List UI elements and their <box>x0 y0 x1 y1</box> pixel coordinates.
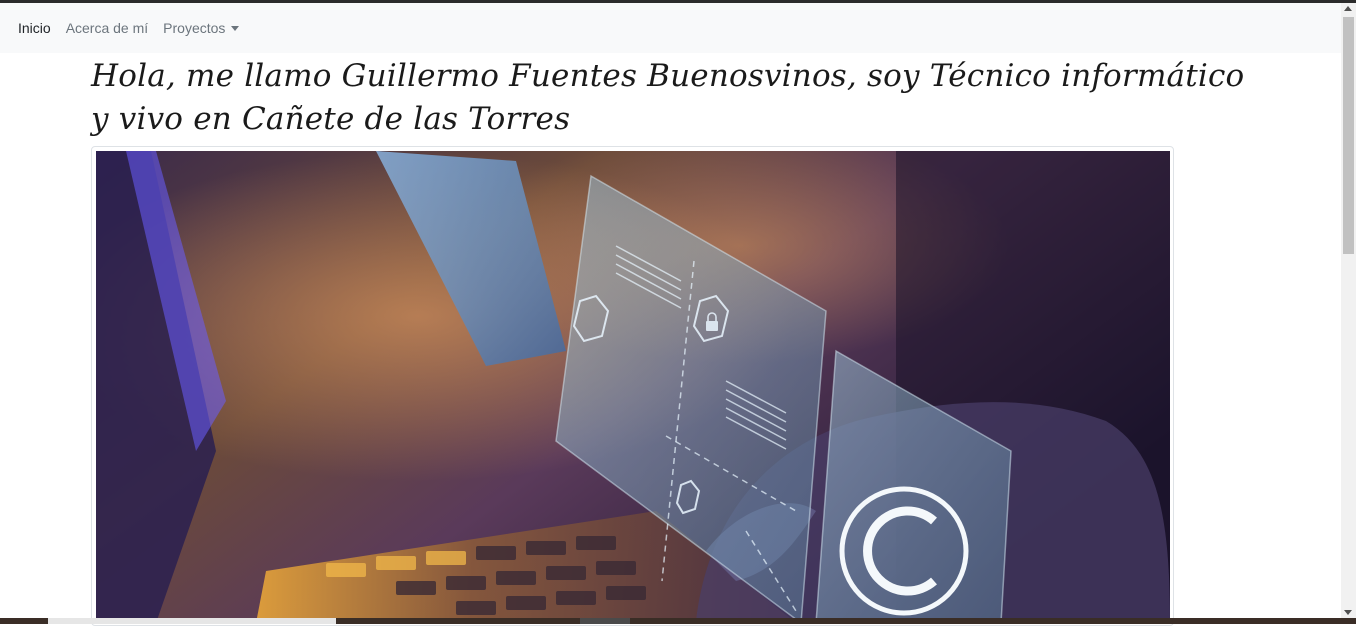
nav-dropdown-label: Proyectos <box>163 20 226 36</box>
hero-image <box>96 151 1170 623</box>
vertical-scrollbar[interactable] <box>1341 3 1356 618</box>
nav-dropdown-proyectos[interactable]: Proyectos <box>163 20 240 36</box>
scroll-down-arrow-icon[interactable] <box>1344 610 1352 615</box>
navbar: Inicio Acerca de mí Proyectos <box>0 3 1341 53</box>
scrollbar-thumb[interactable] <box>1343 17 1354 254</box>
taskbar-segment <box>48 618 336 624</box>
taskbar-segment <box>580 618 630 624</box>
hero-image-frame <box>91 146 1174 626</box>
taskbar-strip <box>0 618 1356 624</box>
chevron-down-icon <box>231 26 240 31</box>
page-heading: Hola, me llamo Guillermo Fuentes Buenosv… <box>91 58 1245 137</box>
nav-link-acerca[interactable]: Acerca de mí <box>66 20 148 36</box>
nav-link-inicio[interactable]: Inicio <box>18 20 51 36</box>
scroll-up-arrow-icon[interactable] <box>1344 6 1352 11</box>
